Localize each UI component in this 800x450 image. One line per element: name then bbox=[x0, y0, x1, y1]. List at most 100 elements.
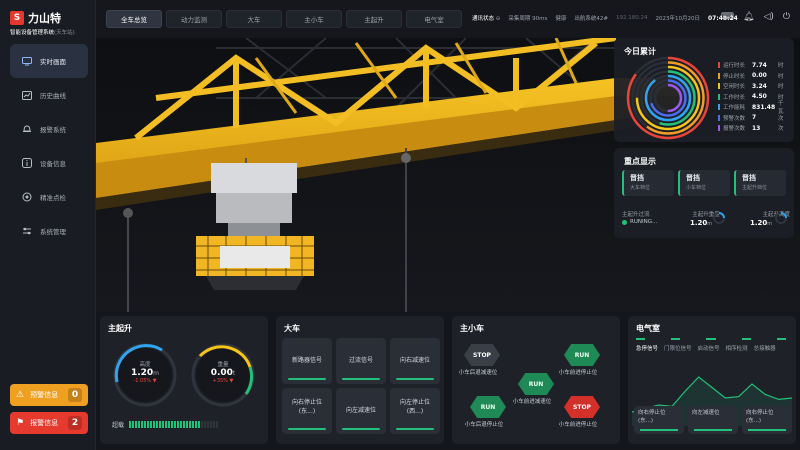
today-stats-panel: 今日累计 运行时长 7.74 时停止时长 0.00 时空闲时长 3.24 时工作时长 4.50… bbox=[614, 38, 794, 142]
sidebar-item-history[interactable]: 历史曲线 bbox=[10, 78, 88, 112]
power-icon[interactable]: ⏻ bbox=[783, 12, 790, 22]
big-car-panel: 大车 新路器信号 过流信号 向右减速位 向右停止位 (东...) 向左减速位 向左… bbox=[276, 316, 444, 444]
stat-label: 停止时长 bbox=[723, 73, 746, 80]
stat-row: 停止时长 0.00 时 bbox=[718, 71, 788, 82]
overload-segment bbox=[207, 421, 210, 428]
brand: S 力山特 智能设备管理系统(天车站) bbox=[10, 10, 92, 36]
tab-overview[interactable]: 全车总览 bbox=[106, 10, 162, 28]
sidebar-item-label: 设备信息 bbox=[40, 160, 66, 168]
overload-label: 超载 bbox=[112, 422, 125, 429]
main-hoist-panel: 主起升 高度 1.20m -1.05% ▼ 重量 0.00t +35% ▼ 超载 bbox=[100, 316, 268, 444]
stat-unit: 时 bbox=[778, 73, 784, 80]
link-icon: ⊝ bbox=[495, 16, 501, 22]
electric-buttons: 向右停止位 (东...) 向左减速位 向右停止位 (东...) bbox=[634, 406, 792, 434]
bell-icon[interactable]: 🔔︎ bbox=[743, 12, 754, 22]
overload-segment bbox=[141, 421, 144, 428]
trolley-forward-slow[interactable]: RUN 小车前进减速位 bbox=[513, 373, 554, 405]
stat-unit: 时 bbox=[778, 84, 784, 91]
overload-segment bbox=[213, 421, 216, 428]
signal-indicators bbox=[636, 338, 787, 340]
electric-right-stop-2[interactable]: 向右停止位 (东...) bbox=[742, 406, 792, 434]
trolley-forward-stop-bottom[interactable]: STOP 小车前进停止位 bbox=[559, 396, 600, 428]
hoist-height-value: 1.20m bbox=[750, 219, 773, 227]
overload-segment bbox=[156, 421, 159, 428]
left-stop-signal[interactable]: 向左停止位 (西...) bbox=[390, 388, 440, 434]
stat-value: 3.24 bbox=[752, 82, 767, 90]
tab-power[interactable]: 动力监测 bbox=[166, 10, 222, 28]
big-car-gear-value: 晋挡 bbox=[630, 174, 644, 182]
overload-segment bbox=[135, 421, 138, 428]
bell-icon bbox=[22, 124, 32, 134]
hoist-gear-label: 主起升档位 bbox=[742, 185, 768, 191]
overload-segment bbox=[150, 421, 153, 428]
warning-label: 预警信息 bbox=[30, 391, 59, 399]
stat-color-bar bbox=[718, 72, 720, 79]
keyboard-icon[interactable]: ⌨ bbox=[721, 12, 734, 22]
tab-trolley[interactable]: 主小车 bbox=[286, 10, 342, 28]
overload-segment bbox=[210, 421, 213, 428]
breaker-signal[interactable]: 新路器信号 bbox=[282, 338, 332, 384]
overload-segment bbox=[186, 421, 189, 428]
stop-badge: STOP bbox=[564, 396, 600, 418]
right-stop-signal[interactable]: 向右停止位 (东...) bbox=[282, 388, 332, 434]
stat-value: 13 bbox=[752, 124, 761, 132]
right-slow-signal[interactable]: 向右减速位 bbox=[390, 338, 440, 384]
ring-arc bbox=[644, 74, 692, 122]
sliders-icon bbox=[22, 226, 32, 236]
overload-segment bbox=[165, 421, 168, 428]
tab-main-hoist[interactable]: 主起升 bbox=[346, 10, 402, 28]
height-mini-gauge bbox=[775, 212, 787, 224]
warning-info-button[interactable]: ⚠ 预警信息 0 bbox=[10, 384, 88, 406]
electric-room-title: 电气室 bbox=[636, 324, 660, 333]
left-slow-signal[interactable]: 向左减速位 bbox=[336, 388, 386, 434]
brand-name: 力山特 bbox=[28, 12, 61, 25]
big-car-gear-label: 大车档位 bbox=[630, 185, 651, 191]
tab-electric[interactable]: 电气室 bbox=[406, 10, 462, 28]
target-icon bbox=[22, 192, 32, 202]
trolley-back-slow[interactable]: STOP 小车后退减速位 bbox=[459, 344, 500, 376]
key-cards: 晋挡 大车档位 晋挡 小车档位 晋挡 主起升档位 bbox=[622, 170, 786, 196]
trolley-forward-stop-top[interactable]: RUN 小车前进停止位 bbox=[559, 344, 600, 376]
overload-segment bbox=[147, 421, 150, 428]
overload-segment bbox=[171, 421, 174, 428]
electric-room-panel: 电气室 急停信号 门限位信号 启动信号 相序检测 总接触器 向右停止位 (东...… bbox=[628, 316, 796, 444]
tab-big-car[interactable]: 大车 bbox=[226, 10, 282, 28]
info-icon bbox=[22, 158, 32, 168]
volume-icon[interactable]: ◁) bbox=[763, 12, 773, 22]
overload-segment bbox=[201, 421, 204, 428]
stat-row: 预警次数 7 次 bbox=[718, 113, 788, 124]
sidebar-item-alarm[interactable]: 报警系统 bbox=[10, 112, 88, 146]
sidebar-item-realtime[interactable]: 实时画面 bbox=[10, 44, 88, 78]
overload-segment bbox=[138, 421, 141, 428]
sidebar-item-system[interactable]: 系统管理 bbox=[10, 214, 88, 248]
sidebar-item-device[interactable]: 设备信息 bbox=[10, 146, 88, 180]
stat-label: 预警次数 bbox=[723, 115, 746, 122]
stat-color-bar bbox=[718, 104, 720, 111]
sidebar-item-inspection[interactable]: 精准点检 bbox=[10, 180, 88, 214]
overload-segment bbox=[198, 421, 201, 428]
hoist-gear-card: 晋挡 主起升档位 bbox=[734, 170, 786, 196]
electric-legend: 急停信号 门限位信号 启动信号 相序检测 总接触器 bbox=[636, 346, 776, 352]
stat-color-bar bbox=[718, 114, 720, 121]
tab-bar: 全车总览 动力监测 大车 主小车 主起升 电气室 bbox=[106, 10, 462, 28]
trolley-back-stop[interactable]: RUN 小车后退停止位 bbox=[465, 396, 506, 428]
health-label: 健康 bbox=[555, 16, 567, 22]
stat-value: 7 bbox=[752, 114, 757, 122]
electric-left-slow[interactable]: 向左减速位 bbox=[688, 406, 738, 434]
overload-segment bbox=[195, 421, 198, 428]
key-display-title: 重点显示 bbox=[624, 157, 656, 166]
run-badge: RUN bbox=[470, 396, 506, 418]
trolley-forward-stop-label: 小车前进停止位 bbox=[558, 370, 598, 376]
trolley-gear-card: 晋挡 小车档位 bbox=[678, 170, 730, 196]
warning-icon: ⚠ bbox=[16, 390, 25, 400]
sidebar-item-label: 历史曲线 bbox=[40, 92, 66, 100]
overcurrent-signal[interactable]: 过流信号 bbox=[336, 338, 386, 384]
alarm-info-button[interactable]: ⚑ 报警信息 2 bbox=[10, 412, 88, 434]
electric-right-stop[interactable]: 向右停止位 (东...) bbox=[634, 406, 684, 434]
warning-count: 0 bbox=[68, 388, 82, 402]
stat-value: 0.00 bbox=[752, 72, 767, 80]
trolley-forward-stop-label: 小车前进停止位 bbox=[558, 422, 598, 428]
sidebar: S 力山特 智能设备管理系统(天车站) 实时画面 历史曲线 报警系统 设备信息 … bbox=[0, 0, 96, 450]
status-bar: 通讯状态 ⊝ 采集周期 90ms 健康 出航系统42# 192.180.24 2… bbox=[472, 14, 738, 23]
key-values: RUNING... 1.20m 1.20m bbox=[622, 212, 790, 231]
